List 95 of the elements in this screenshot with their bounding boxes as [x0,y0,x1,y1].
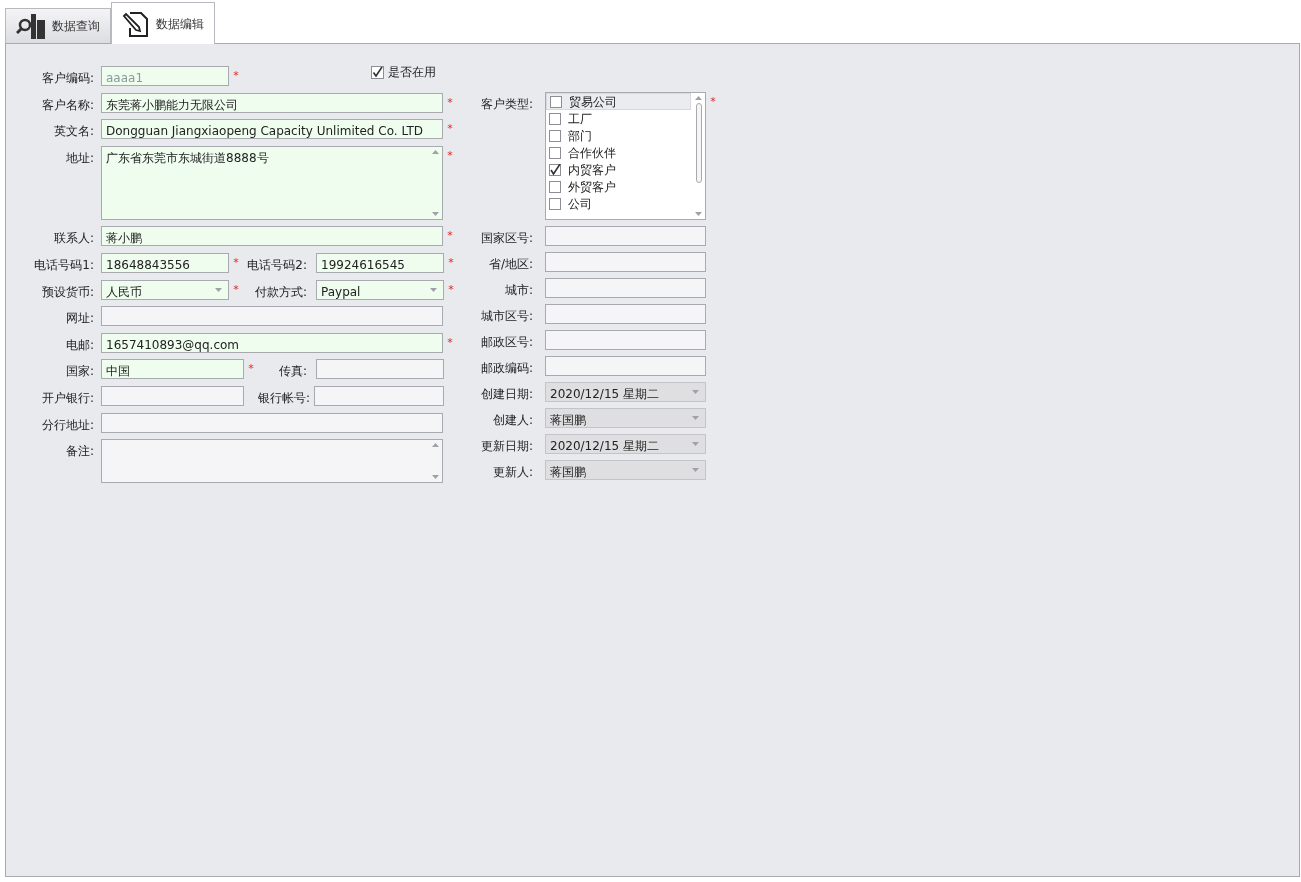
dropdown-arrow-icon [692,416,699,420]
list-item[interactable]: 合作伙伴 [546,144,691,161]
list-item[interactable]: 公司 [546,195,691,212]
list-item[interactable]: 贸易公司 [546,93,691,110]
input-field[interactable] [545,330,706,350]
input-field[interactable] [101,412,443,433]
required-mark: * [232,68,240,84]
required-mark: * [446,121,454,138]
input-field[interactable]: 广东省东莞市东城街道8888号 [101,145,443,220]
input-field[interactable] [101,439,443,484]
scroll-up-icon [431,443,439,448]
checkbox-icon [549,180,561,193]
input-field[interactable]: 蒋小鹏 [101,226,443,247]
document-edit-icon [122,9,150,38]
field-label: 开户银行: [40,389,94,407]
input-field[interactable] [316,359,444,380]
field-label: 电邮: [64,336,94,354]
scroll-up-icon [431,149,439,154]
checkbox-icon [549,163,561,176]
dropdown-arrow-icon [692,390,699,394]
dropdown-arrow-icon [692,468,699,472]
checkbox-icon [549,129,561,142]
list-item[interactable]: 工厂 [546,110,691,127]
required-mark: * [709,94,717,110]
input-field[interactable] [545,356,706,376]
input-field[interactable] [545,252,706,272]
required-mark: * [446,94,454,111]
field-label: 网址: [64,310,94,328]
field-label: 备注: [64,443,94,461]
input-field[interactable] [101,306,443,327]
field-label: 更新日期: [479,438,533,455]
scroll-down-icon [695,212,702,216]
checkbox-icon [371,65,384,79]
dropdown-arrow-icon [430,287,437,292]
input-field[interactable]: 东莞蒋小鹏能力无限公司 [101,92,443,113]
field-label: 城市区号: [479,308,533,325]
input-field[interactable]: 1657410893@qq.com [101,332,443,353]
required-mark: * [232,281,240,298]
required-mark: * [447,281,455,298]
field-label: 邮政编码: [479,360,533,377]
field-label: 更新人: [491,464,533,481]
field-label: 付款方式: [253,283,307,301]
list-item[interactable]: 部门 [546,127,691,144]
field-label: 城市: [503,282,533,299]
field-label: 创建人: [491,412,533,429]
scroll-up-icon [695,96,702,100]
list-item[interactable]: 外贸客户 [546,178,691,195]
required-mark: * [446,334,454,351]
field-label: 国家区号: [479,230,533,247]
list-item[interactable]: 内贸客户 [546,161,691,178]
field-label: 国家: [64,363,94,381]
field-label: 邮政区号: [479,334,533,351]
required-mark: * [247,361,255,378]
required-mark: * [447,254,455,271]
input-field[interactable]: 18648843556 [101,252,229,273]
tab[interactable]: 数据查询 [5,8,111,43]
field-label: 银行帐号: [258,389,307,407]
required-mark: * [446,147,454,164]
input-field[interactable]: 中国 [101,359,244,380]
scrollbar-thumb[interactable] [695,103,702,183]
required-mark: * [232,254,240,271]
required-mark: * [446,228,454,245]
field-label: 客户类型: [479,96,533,113]
active-checkbox[interactable]: 是否在用 [371,63,436,81]
input-field[interactable]: Dongguan Jiangxiaopeng Capacity Unlimited Co. LTD [101,119,443,140]
dropdown-arrow-icon [692,442,699,446]
field-label: 传真: [277,363,307,381]
field-label: 预设货币: [40,283,94,301]
input-field[interactable]: 19924616545 [316,252,444,273]
input-field[interactable] [314,385,444,406]
field-label: 地址: [64,149,94,167]
field-label: 电话号码1: [33,256,94,274]
dropdown-field[interactable]: 人民币 [101,279,229,300]
dropdown-field[interactable]: Paypal [316,279,444,300]
field-label: 客户编码: [40,70,94,87]
input-field[interactable] [545,304,706,324]
field-label: 英文名: [52,123,94,141]
field-label: 客户名称: [40,96,94,114]
field-label: 创建日期: [479,386,533,403]
input-field[interactable] [545,226,706,246]
field-label: 分行地址: [40,416,94,434]
field-label: 电话号码2: [246,256,307,274]
dropdown-arrow-icon [215,287,222,292]
tab[interactable]: 数据编辑 [111,2,215,44]
scroll-down-icon [431,211,439,216]
checkbox-icon [550,95,562,108]
field-label: 省/地区: [487,256,533,273]
checkbox-icon [549,197,561,210]
search-icon [16,12,46,40]
checkbox-icon [549,112,561,125]
scroll-down-icon [431,475,439,480]
input-field[interactable] [101,385,244,406]
field-label: 联系人: [52,230,94,248]
input-field[interactable] [545,278,706,298]
checkbox-icon [549,146,561,159]
